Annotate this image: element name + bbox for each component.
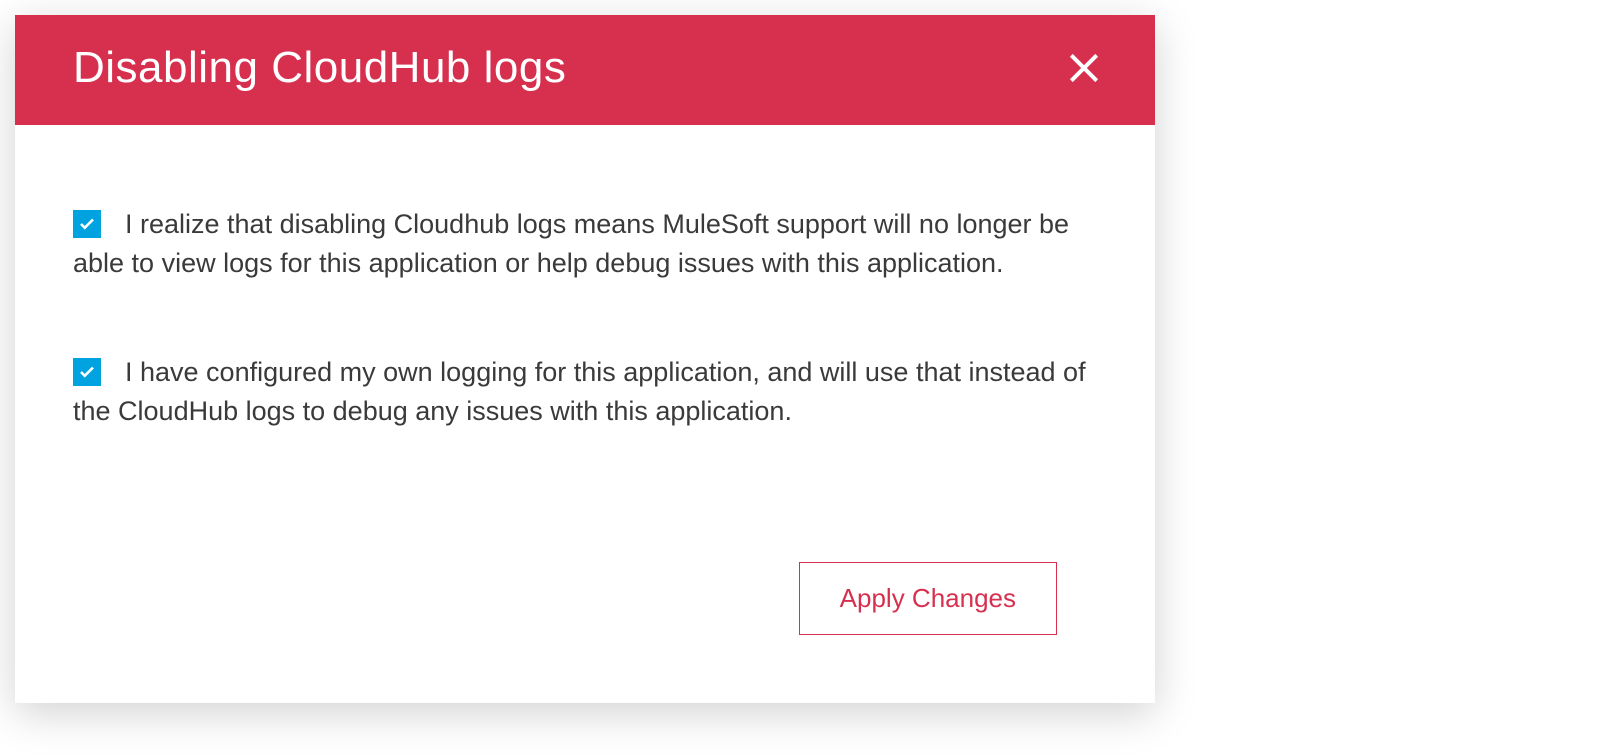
- disable-logs-dialog: Disabling CloudHub logs I realize that d…: [15, 15, 1155, 703]
- checkbox-text-wrap: I have configured my own logging for thi…: [125, 353, 1097, 431]
- dialog-footer: Apply Changes: [73, 532, 1097, 673]
- apply-changes-button[interactable]: Apply Changes: [799, 562, 1057, 635]
- checkbox-label-support: I realize that disabling Cloudhub logs m…: [73, 205, 1097, 283]
- checkbox-row-own-logging: I have configured my own logging for thi…: [73, 353, 1097, 431]
- dialog-header: Disabling CloudHub logs: [15, 15, 1155, 125]
- checkbox-label-own-logging: I have configured my own logging for thi…: [73, 353, 1097, 431]
- dialog-body: I realize that disabling Cloudhub logs m…: [15, 125, 1155, 703]
- checkbox-text-wrap: I realize that disabling Cloudhub logs m…: [125, 205, 1097, 283]
- checkbox-row-support: I realize that disabling Cloudhub logs m…: [73, 205, 1097, 283]
- close-button[interactable]: [1061, 45, 1107, 91]
- dialog-title: Disabling CloudHub logs: [73, 43, 566, 93]
- close-icon: [1065, 49, 1103, 87]
